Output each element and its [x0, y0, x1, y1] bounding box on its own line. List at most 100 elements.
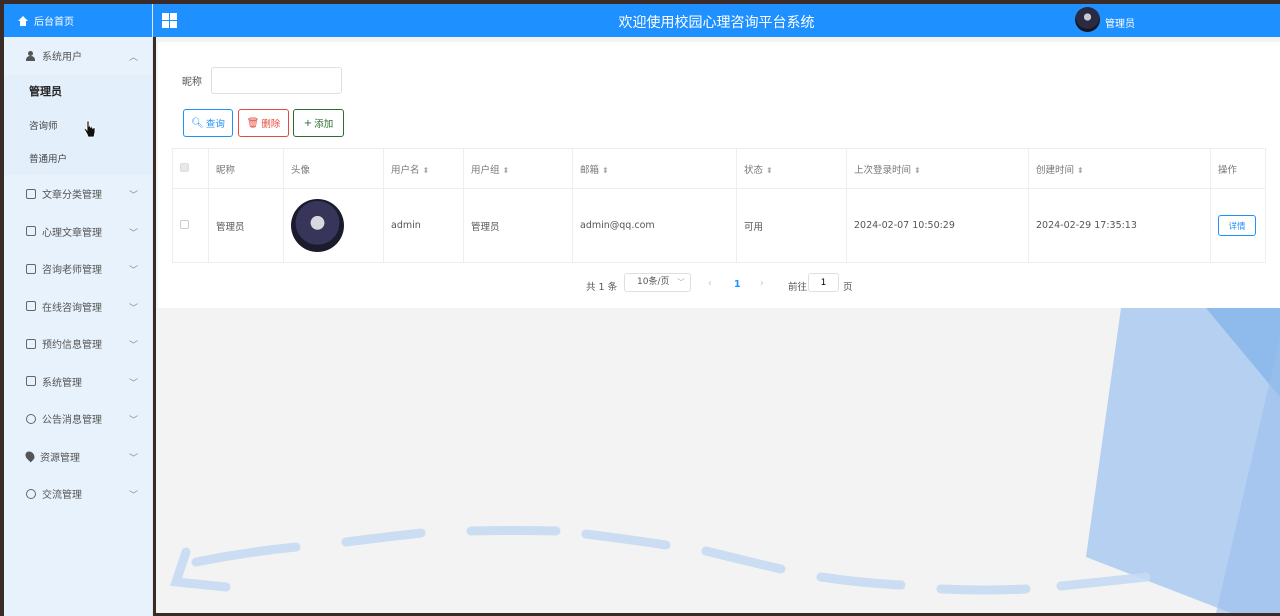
column-header-nickname: 昵称	[208, 148, 284, 189]
cell-actions: 详情	[1210, 188, 1266, 263]
document-icon	[26, 301, 36, 312]
column-header-username[interactable]: 用户名 ⬍	[383, 148, 464, 189]
sidebar-item-label: 公告消息管理	[42, 415, 102, 427]
sidebar-item-label: 系统用户	[42, 52, 82, 64]
sort-icon[interactable]: ⬍	[914, 166, 921, 175]
sidebar-group-appointment[interactable]: 预约信息管理 ﹀	[4, 325, 152, 363]
sidebar-submenu: 管理员 咨询师 普通用户	[4, 74, 152, 176]
info-icon	[26, 413, 36, 424]
top-header: 欢迎使用校园心理咨询平台系统 管理员	[153, 4, 1280, 37]
sidebar-item-label: 资源管理	[40, 452, 80, 464]
sidebar-item-home[interactable]: 后台首页	[4, 4, 152, 37]
cell-last-login: 2024-02-07 10:50:29	[846, 188, 1029, 263]
sidebar-item-label: 心理文章管理	[42, 227, 102, 239]
cell-status: 可用	[736, 188, 847, 263]
search-nickname-input[interactable]	[211, 67, 342, 94]
image-icon	[26, 376, 36, 387]
chevron-up-icon: ︿	[128, 53, 138, 63]
sidebar-item-label: 文章分类管理	[42, 190, 102, 202]
chat-bubble-icon	[26, 488, 36, 499]
chevron-down-icon: ﹀	[128, 491, 138, 501]
goto-label: 前往	[788, 282, 808, 293]
chevron-down-icon: ﹀	[128, 191, 138, 201]
sidebar-item-label: 系统管理	[42, 377, 82, 389]
page-size-value: 10条/页	[637, 277, 670, 287]
chevron-down-icon: ﹀	[128, 378, 138, 389]
sidebar-group-resource[interactable]: 资源管理 ﹀	[4, 438, 152, 476]
select-all-cell	[172, 148, 209, 189]
sidebar-item-label: 后台首页	[34, 17, 74, 28]
next-page-icon[interactable]: ›	[760, 278, 764, 289]
chevron-down-icon: ﹀	[677, 278, 685, 287]
sidebar-item-label: 在线咨询管理	[42, 302, 102, 314]
goto-page-input[interactable]	[808, 273, 839, 292]
sort-icon[interactable]: ⬍	[1077, 166, 1084, 175]
column-header-email[interactable]: 邮箱 ⬍	[572, 148, 737, 189]
document-icon	[26, 188, 36, 199]
delete-button[interactable]: 🗑︎ 删除	[238, 109, 289, 137]
user-icon	[26, 50, 36, 61]
delete-button-label: 删除	[261, 119, 281, 130]
sort-icon[interactable]: ⬍	[503, 166, 510, 175]
sidebar-item-counselor[interactable]: 咨询师	[4, 108, 152, 142]
cell-group: 管理员	[463, 188, 573, 263]
content-card: 昵称 🔍︎ 查询 🗑︎ 删除 + 添加 昵称 头像 用户名 ⬍ 用户组 ⬍ 邮箱 ⬍	[158, 42, 1280, 308]
sidebar-group-system-manage[interactable]: 系统管理 ﹀	[4, 363, 152, 401]
column-header-created[interactable]: 创建时间 ⬍	[1028, 148, 1211, 189]
sort-icon[interactable]: ⬍	[766, 166, 773, 175]
query-button[interactable]: 🔍︎ 查询	[183, 109, 233, 137]
chevron-down-icon: ﹀	[128, 416, 138, 426]
column-header-avatar: 头像	[283, 148, 384, 189]
table-header-row: 昵称 头像 用户名 ⬍ 用户组 ⬍ 邮箱 ⬍ 状态 ⬍ 上次登录时间 ⬍ 创建时间 ⬍ 操作	[172, 148, 1266, 189]
location-pin-icon	[23, 449, 37, 463]
row-select-cell	[172, 188, 209, 263]
document-icon	[26, 338, 36, 349]
current-page[interactable]: 1	[734, 279, 741, 290]
sidebar-group-announcement[interactable]: 公告消息管理 ﹀	[4, 400, 152, 438]
sidebar-item-label: 交流管理	[42, 490, 82, 502]
username-label[interactable]: 管理员	[1105, 15, 1135, 30]
page-size-select[interactable]: 10条/页 ﹀	[624, 273, 691, 292]
avatar[interactable]	[1075, 7, 1100, 32]
cell-created: 2024-02-29 17:35:13	[1028, 188, 1211, 263]
add-button[interactable]: + 添加	[293, 109, 344, 137]
home-icon	[18, 15, 28, 26]
chevron-down-icon: ﹀	[128, 266, 138, 276]
select-all-checkbox[interactable]	[180, 162, 189, 172]
sidebar-group-online-consult[interactable]: 在线咨询管理 ﹀	[4, 288, 152, 326]
sidebar-group-communication[interactable]: 交流管理 ﹀	[4, 475, 152, 513]
chevron-down-icon: ﹀	[128, 228, 138, 239]
sidebar-item-admin[interactable]: 管理员	[4, 75, 152, 109]
column-header-group[interactable]: 用户组 ⬍	[463, 148, 573, 189]
document-icon	[26, 263, 36, 274]
sort-icon[interactable]: ⬍	[423, 166, 430, 175]
document-icon	[26, 226, 36, 237]
cell-username: admin	[383, 188, 464, 263]
sidebar-item-label: 预约信息管理	[42, 340, 102, 352]
sidebar-item-label: 咨询老师管理	[42, 265, 102, 277]
prev-page-icon[interactable]: ‹	[708, 278, 712, 289]
trash-icon: 🗑︎	[246, 117, 260, 129]
row-checkbox[interactable]	[180, 219, 189, 229]
column-header-status[interactable]: 状态 ⬍	[736, 148, 847, 189]
sidebar: 后台首页 系统用户 ︿ 管理员 咨询师 普通用户 文章分类管理 ﹀ 心理文章管理…	[4, 4, 153, 616]
main-content: 昵称 🔍︎ 查询 🗑︎ 删除 + 添加 昵称 头像 用户名 ⬍ 用户组 ⬍ 邮箱 ⬍	[156, 37, 1280, 613]
sort-icon[interactable]: ⬍	[602, 166, 609, 175]
plus-icon: +	[303, 117, 313, 129]
cell-nickname: 管理员	[208, 188, 284, 263]
chevron-down-icon: ﹀	[128, 303, 138, 314]
sidebar-group-system-users[interactable]: 系统用户 ︿	[4, 37, 152, 75]
chevron-down-icon: ﹀	[128, 453, 138, 464]
sidebar-group-psych-article[interactable]: 心理文章管理 ﹀	[4, 213, 152, 251]
sidebar-group-counselor-teacher[interactable]: 咨询老师管理 ﹀	[4, 250, 152, 288]
add-button-label: 添加	[314, 119, 334, 130]
column-header-last-login[interactable]: 上次登录时间 ⬍	[846, 148, 1029, 189]
avatar	[291, 199, 344, 252]
column-header-actions: 操作	[1210, 148, 1266, 189]
sidebar-item-regular-user[interactable]: 普通用户	[4, 142, 152, 176]
cell-email: admin@qq.com	[572, 188, 737, 263]
pagination-total: 共 1 条	[586, 282, 618, 293]
detail-button[interactable]: 详情	[1218, 215, 1256, 236]
table-row: 管理员 admin 管理员 admin@qq.com 可用 2024-02-07…	[172, 188, 1266, 263]
sidebar-group-article-category[interactable]: 文章分类管理 ﹀	[4, 175, 152, 213]
